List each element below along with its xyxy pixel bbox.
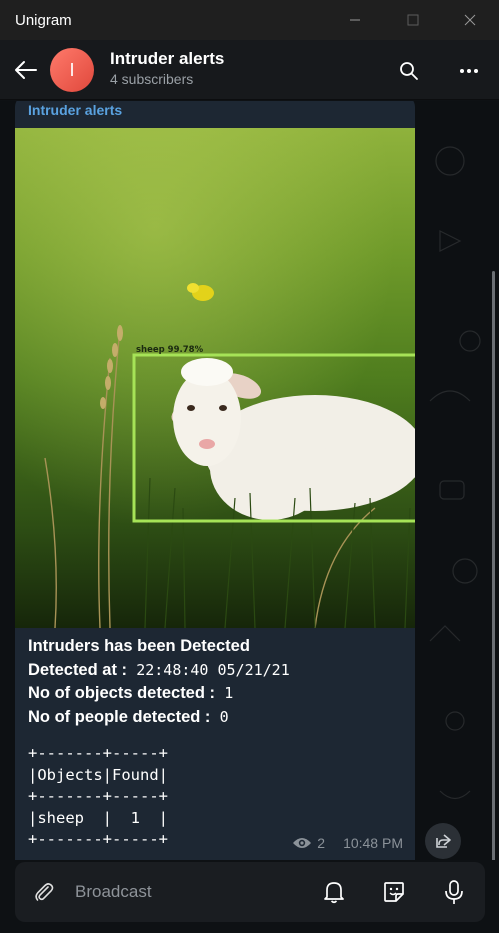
maximize-icon [407,14,419,26]
share-button[interactable] [425,823,461,859]
broadcast-input[interactable]: Broadcast [75,882,152,902]
detected-at-line: Detected at : 22:48:40 05/21/21 [28,660,290,679]
channel-name[interactable]: Intruder alerts [110,49,224,69]
arrow-left-icon [15,61,37,79]
table-border-line: +-------+-----+ [28,787,168,805]
detected-at-value: 22:48:40 05/21/21 [136,660,290,679]
voice-button[interactable] [438,876,470,908]
table-header-row: |Objects|Found| [28,765,168,784]
app-window: Unigram I Intruder alerts 4 subscribers [0,0,499,933]
detection-label: sheep 99.78% [136,345,204,355]
avatar-letter: I [69,59,75,80]
maximize-button[interactable] [390,0,436,40]
table-row: |sheep | 1 | [28,808,168,827]
more-dots-icon [460,69,478,73]
message-sender[interactable]: Intruder alerts [28,102,122,118]
microphone-icon [445,880,463,904]
message-text: Intruders has been Detected Detected at … [28,635,408,729]
close-button[interactable] [447,0,493,40]
alert-headline: Intruders has been Detected [28,637,250,655]
minimize-button[interactable] [332,0,378,40]
notifications-button[interactable] [318,876,350,908]
avatar[interactable]: I [50,48,94,92]
table-border-line: +-------+-----+ [28,744,168,762]
eye-icon [293,838,312,848]
app-title: Unigram [15,11,72,29]
message-time: 10:48 PM [343,835,403,851]
objects-detected-value: 1 [224,684,234,702]
message-composer: Broadcast [15,862,485,922]
bell-icon [324,882,344,904]
back-button[interactable] [8,50,44,90]
search-icon [400,62,418,80]
sheep-photo-image [15,128,415,628]
search-button[interactable] [392,54,426,88]
minimize-icon [350,19,360,21]
paperclip-icon [35,883,54,901]
view-count: 2 [317,835,326,851]
chat-scrollbar[interactable] [492,271,495,860]
attach-button[interactable] [29,877,59,907]
message-meta: 2 10:48 PM [292,835,403,851]
table-border-line: +-------+-----+ [28,830,168,848]
chat-header: I Intruder alerts 4 subscribers [0,40,499,100]
sticker-button[interactable] [378,876,410,908]
results-table: +-------+-----+ |Objects|Found| +-------… [28,743,168,851]
close-icon [464,14,476,26]
title-bar: Unigram [0,0,499,40]
chat-history[interactable]: Intruder alerts sheep 99.78% Intruders h… [0,101,499,860]
detection-photo[interactable]: sheep 99.78% [15,128,415,628]
subscriber-count: 4 subscribers [110,71,194,87]
share-icon [436,834,451,848]
message-bubble[interactable]: Intruder alerts sheep 99.78% Intruders h… [15,101,415,860]
sticker-icon [384,882,404,902]
people-detected-value: 0 [219,707,229,726]
objects-detected-line: No of objects detected : 1 [28,684,234,702]
more-button[interactable] [452,54,486,88]
people-detected-line: No of people detected : 0 [28,707,229,726]
